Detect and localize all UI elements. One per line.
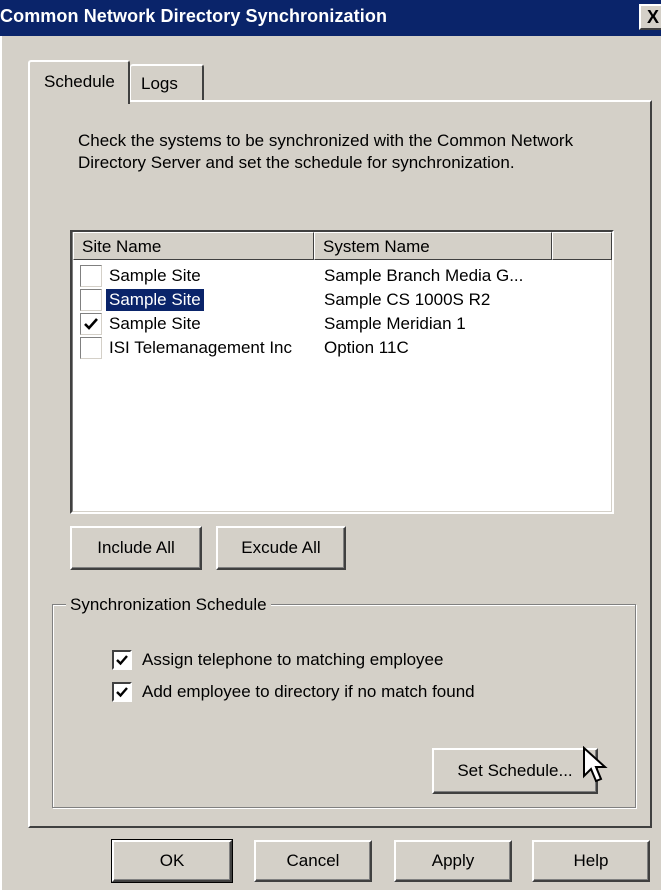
exclude-all-button[interactable]: Excude All	[216, 526, 346, 570]
tab-logs[interactable]: Logs	[130, 64, 204, 100]
window-title: Common Network Directory Synchronization	[0, 6, 388, 26]
include-all-button[interactable]: Include All	[70, 526, 202, 570]
column-header-site-name[interactable]: Site Name	[73, 232, 314, 260]
include-all-label: Include All	[97, 538, 175, 557]
site-name-cell: Sample Site	[109, 266, 201, 285]
system-name-cell: Sample Meridian 1	[324, 314, 466, 333]
assign-telephone-label: Assign telephone to matching employee	[142, 650, 444, 669]
column-header-site-name-label: Site Name	[82, 237, 162, 256]
dialog-window: Common Network Directory Synchronization…	[0, 0, 661, 890]
cancel-label: Cancel	[286, 851, 340, 870]
cancel-button[interactable]: Cancel	[254, 840, 372, 882]
dialog-edge	[0, 36, 2, 890]
system-name-cell: Sample Branch Media G...	[324, 266, 524, 285]
ok-button[interactable]: OK	[111, 839, 233, 883]
row-checkbox[interactable]	[80, 265, 102, 287]
column-header-system-name[interactable]: System Name	[314, 232, 552, 260]
checkmark-icon	[84, 318, 98, 330]
close-button[interactable]: X	[639, 4, 661, 30]
schedule-group-label: Synchronization Schedule	[66, 594, 271, 616]
list-item[interactable]: Sample Site Sample Branch Media G...	[72, 264, 612, 288]
tab-logs-label: Logs	[141, 74, 178, 93]
help-label: Help	[573, 851, 609, 870]
column-header-system-name-label: System Name	[323, 237, 430, 256]
mouse-cursor-icon	[583, 746, 608, 783]
checkmark-icon	[116, 687, 128, 698]
system-name-cell: Option 11C	[324, 338, 409, 357]
apply-button[interactable]: Apply	[394, 840, 512, 882]
help-button[interactable]: Help	[532, 840, 650, 882]
assign-telephone-checkbox[interactable]	[112, 650, 132, 670]
systems-list[interactable]: Site Name System Name Sample Site Sample…	[70, 230, 614, 514]
instructions-text: Check the systems to be synchronized wit…	[78, 131, 574, 172]
apply-label: Apply	[431, 851, 475, 870]
checkmark-icon	[116, 655, 128, 666]
row-checkbox[interactable]	[80, 313, 102, 335]
tab-schedule[interactable]: Schedule	[28, 60, 130, 104]
ok-label: OK	[159, 851, 185, 870]
row-checkbox[interactable]	[80, 289, 102, 311]
set-schedule-button[interactable]: Set Schedule...	[432, 748, 598, 794]
row-checkbox[interactable]	[80, 337, 102, 359]
tab-schedule-label: Schedule	[44, 72, 115, 91]
system-name-cell: Sample CS 1000S R2	[324, 290, 491, 309]
set-schedule-label: Set Schedule...	[457, 761, 573, 780]
add-employee-label: Add employee to directory if no match fo…	[142, 682, 475, 701]
title-bar[interactable]: Common Network Directory Synchronization…	[0, 0, 661, 36]
exclude-all-label: Excude All	[241, 538, 321, 557]
site-name-cell: ISI Telemanagement Inc	[109, 338, 293, 357]
list-item[interactable]: Sample Site Sample CS 1000S R2	[72, 288, 612, 312]
add-employee-checkbox[interactable]	[112, 682, 132, 702]
site-name-cell: Sample Site	[106, 289, 204, 311]
list-item[interactable]: Sample Site Sample Meridian 1	[72, 312, 612, 336]
column-header-empty[interactable]	[552, 232, 612, 260]
list-item[interactable]: ISI Telemanagement Inc Option 11C	[72, 336, 612, 360]
site-name-cell: Sample Site	[109, 314, 201, 333]
